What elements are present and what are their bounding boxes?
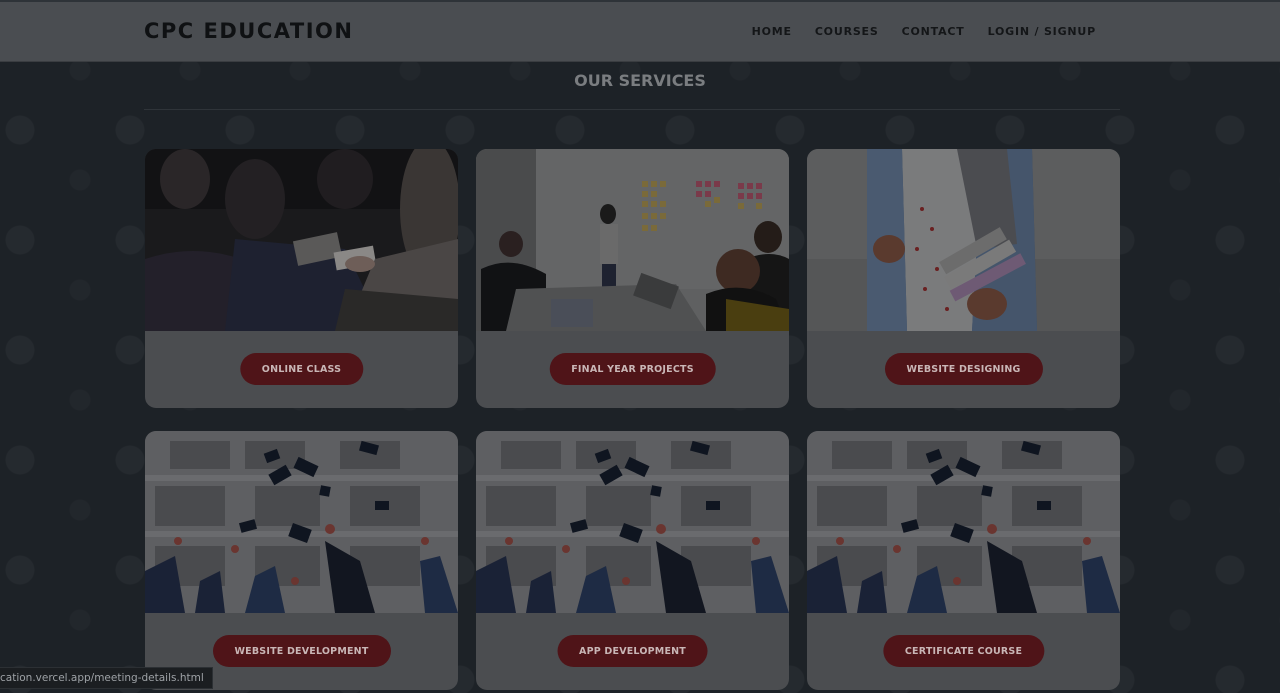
status-bar-url: cation.vercel.app/meeting-details.html — [0, 667, 213, 689]
site-header: CPC EDUCATION HOME COURSES CONTACT LOGIN… — [0, 2, 1280, 62]
graduation-caps-photo — [145, 431, 458, 613]
students-writing-photo — [145, 149, 458, 331]
online-class-button[interactable]: ONLINE CLASS — [239, 353, 364, 385]
website-designing-button[interactable]: WEBSITE DESIGNING — [884, 353, 1043, 385]
service-card-final-year-projects: FINAL YEAR PROJECTS — [476, 149, 789, 408]
website-development-button[interactable]: WEBSITE DEVELOPMENT — [212, 635, 391, 667]
nav-courses[interactable]: COURSES — [815, 25, 879, 38]
certificate-course-button[interactable]: CERTIFICATE COURSE — [882, 635, 1045, 667]
final-year-projects-button[interactable]: FINAL YEAR PROJECTS — [549, 353, 716, 385]
student-holding-books-photo — [807, 149, 1120, 331]
section-title: OUR SERVICES — [574, 71, 706, 90]
team-meeting-photo — [476, 149, 789, 331]
nav-home[interactable]: HOME — [752, 25, 792, 38]
nav-login-signup[interactable]: LOGIN / SIGNUP — [988, 25, 1096, 38]
service-card-app-development: APP DEVELOPMENT — [476, 431, 789, 690]
service-card-website-development: WEBSITE DEVELOPMENT — [145, 431, 458, 690]
nav-contact[interactable]: CONTACT — [902, 25, 965, 38]
graduation-caps-photo — [476, 431, 789, 613]
service-card-online-class: ONLINE CLASS — [145, 149, 458, 408]
section-divider — [144, 109, 1120, 110]
app-development-button[interactable]: APP DEVELOPMENT — [557, 635, 708, 667]
main-nav: HOME COURSES CONTACT LOGIN / SIGNUP — [752, 25, 1096, 38]
graduation-caps-photo — [807, 431, 1120, 613]
brand-logo[interactable]: CPC EDUCATION — [144, 19, 353, 43]
service-card-certificate-course: CERTIFICATE COURSE — [807, 431, 1120, 690]
service-card-website-designing: WEBSITE DESIGNING — [807, 149, 1120, 408]
